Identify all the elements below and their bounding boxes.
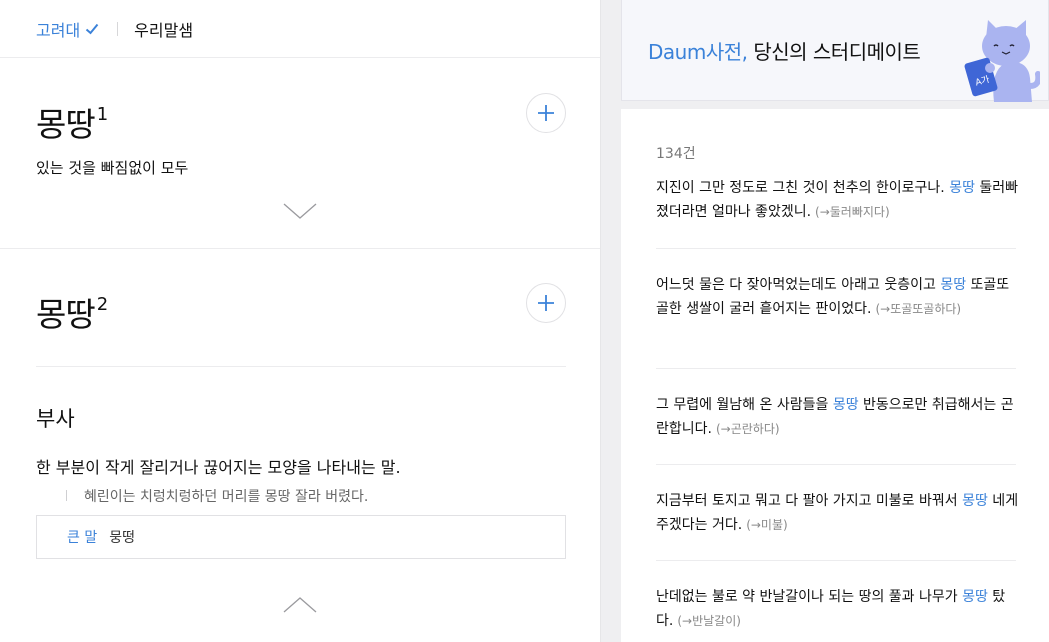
- highlight-word: 몽땅: [940, 277, 967, 293]
- tab-label: 고려대: [36, 20, 81, 40]
- dictionary-panel: 고려대 우리말샘 몽땅 1 있는 것을 빠짐없이 모두 몽땅 2 부사 한 부분…: [0, 0, 601, 642]
- tab-urimalsaem[interactable]: 우리말샘: [134, 17, 193, 41]
- add-wordbook-button[interactable]: [526, 93, 566, 133]
- tab-korea-univ[interactable]: 고려대: [36, 17, 99, 41]
- chevron-down-icon[interactable]: [282, 201, 318, 221]
- promo-brand: Daum사전,: [648, 40, 748, 64]
- example-sentence[interactable]: 지진이 그만 정도로 그친 것이 천추의 한이로구나. 몽땅 둘러빠졌더라면 얼…: [656, 176, 1020, 224]
- section-divider: [36, 366, 566, 367]
- entry-word: 몽땅 2: [36, 288, 108, 336]
- example-sentence[interactable]: 어느덧 물은 다 잦아먹었는데도 아래고 웃층이고 몽땅 또골또골한 생쌀이 굴…: [656, 273, 1020, 321]
- result-count: 134건: [656, 146, 696, 162]
- add-wordbook-button[interactable]: [526, 283, 566, 323]
- highlight-word: 몽땅: [832, 397, 859, 413]
- check-icon: [86, 23, 99, 34]
- examples-panel: 134건 지진이 그만 정도로 그친 것이 천추의 한이로구나. 몽땅 둘러빠졌…: [621, 109, 1049, 642]
- example-sentence[interactable]: 그 무렵에 월남해 온 사람들을 몽땅 반동으로만 취급해서는 곤란합니다. (→…: [656, 393, 1020, 441]
- highlight-word: 몽땅: [962, 589, 988, 605]
- highlight-word: 몽땅: [949, 180, 975, 196]
- entry-meaning: 한 부분이 작게 잘리거나 끊어지는 모양을 나타내는 말.: [36, 458, 401, 477]
- entry-card: 몽땅 1 있는 것을 빠짐없이 모두: [0, 58, 600, 249]
- list-divider: [656, 368, 1016, 369]
- entry-example: 혜린이는 치렁치렁하던 머리를 몽땅 잘라 버렸다.: [66, 486, 368, 506]
- entry-word: 몽땅 1: [36, 98, 108, 146]
- plus-icon: [538, 295, 554, 311]
- cat-mascot: A가: [964, 20, 1040, 102]
- dictionary-tabs: 고려대 우리말샘: [0, 0, 600, 58]
- related-word-link[interactable]: 뭉떵: [109, 527, 135, 547]
- sentence-text: 그 무렵에 월남해 온 사람들을: [656, 397, 833, 413]
- sentence-text: 어느덧 물은 다 잦아먹었는데도 아래고 웃층이고: [656, 277, 941, 293]
- list-divider: [656, 248, 1016, 249]
- related-label: 큰 말: [67, 530, 98, 546]
- plus-icon: [538, 105, 554, 121]
- tab-divider: [117, 21, 119, 36]
- headword: 몽땅: [36, 295, 96, 334]
- entry-card: 몽땅 2 부사 한 부분이 작게 잘리거나 끊어지는 모양을 나타내는 말. 혜린…: [0, 249, 600, 641]
- highlight-word: 몽땅: [962, 493, 988, 509]
- chevron-up-icon[interactable]: [282, 595, 318, 615]
- list-divider: [656, 560, 1016, 561]
- related-word-box: 큰 말 뭉떵: [36, 515, 566, 559]
- example-sentence[interactable]: 지금부터 토지고 뭐고 다 팔아 가지고 미불로 바꿔서 몽땅 네게 주겠다는 …: [656, 489, 1020, 537]
- source-link[interactable]: (→미불): [746, 518, 788, 532]
- homonym-number: 2: [96, 294, 108, 315]
- sentence-text: 난데없는 불로 약 반날갈이나 되는 땅의 풀과 나무가: [656, 589, 963, 605]
- promo-banner[interactable]: Daum사전, 당신의 스터디메이트 A가: [621, 0, 1049, 102]
- list-divider: [656, 464, 1016, 465]
- tab-label: 우리말샘: [134, 20, 194, 40]
- part-of-speech: 부사: [36, 407, 75, 431]
- source-link[interactable]: (→둘러빠지다): [815, 205, 890, 219]
- source-link[interactable]: (→또골또골하다): [875, 302, 961, 316]
- entry-meaning: 있는 것을 빠짐없이 모두: [36, 159, 189, 177]
- sentence-text: 지진이 그만 정도로 그친 것이 천추의 한이로구나.: [656, 180, 950, 196]
- headword: 몽땅: [36, 105, 96, 144]
- source-link[interactable]: (→반날갈이): [677, 614, 741, 628]
- promo-text: Daum사전, 당신의 스터디메이트: [648, 36, 921, 65]
- sentence-text: 지금부터 토지고 뭐고 다 팔아 가지고 미불로 바꿔서: [656, 493, 963, 509]
- homonym-number: 1: [96, 104, 108, 125]
- promo-tagline: 당신의 스터디메이트: [753, 40, 921, 64]
- source-link[interactable]: (→곤란하다): [716, 422, 780, 436]
- example-sentence[interactable]: 난데없는 불로 약 반날갈이나 되는 땅의 풀과 나무가 몽땅 탔다. (→반날갈…: [656, 585, 1020, 633]
